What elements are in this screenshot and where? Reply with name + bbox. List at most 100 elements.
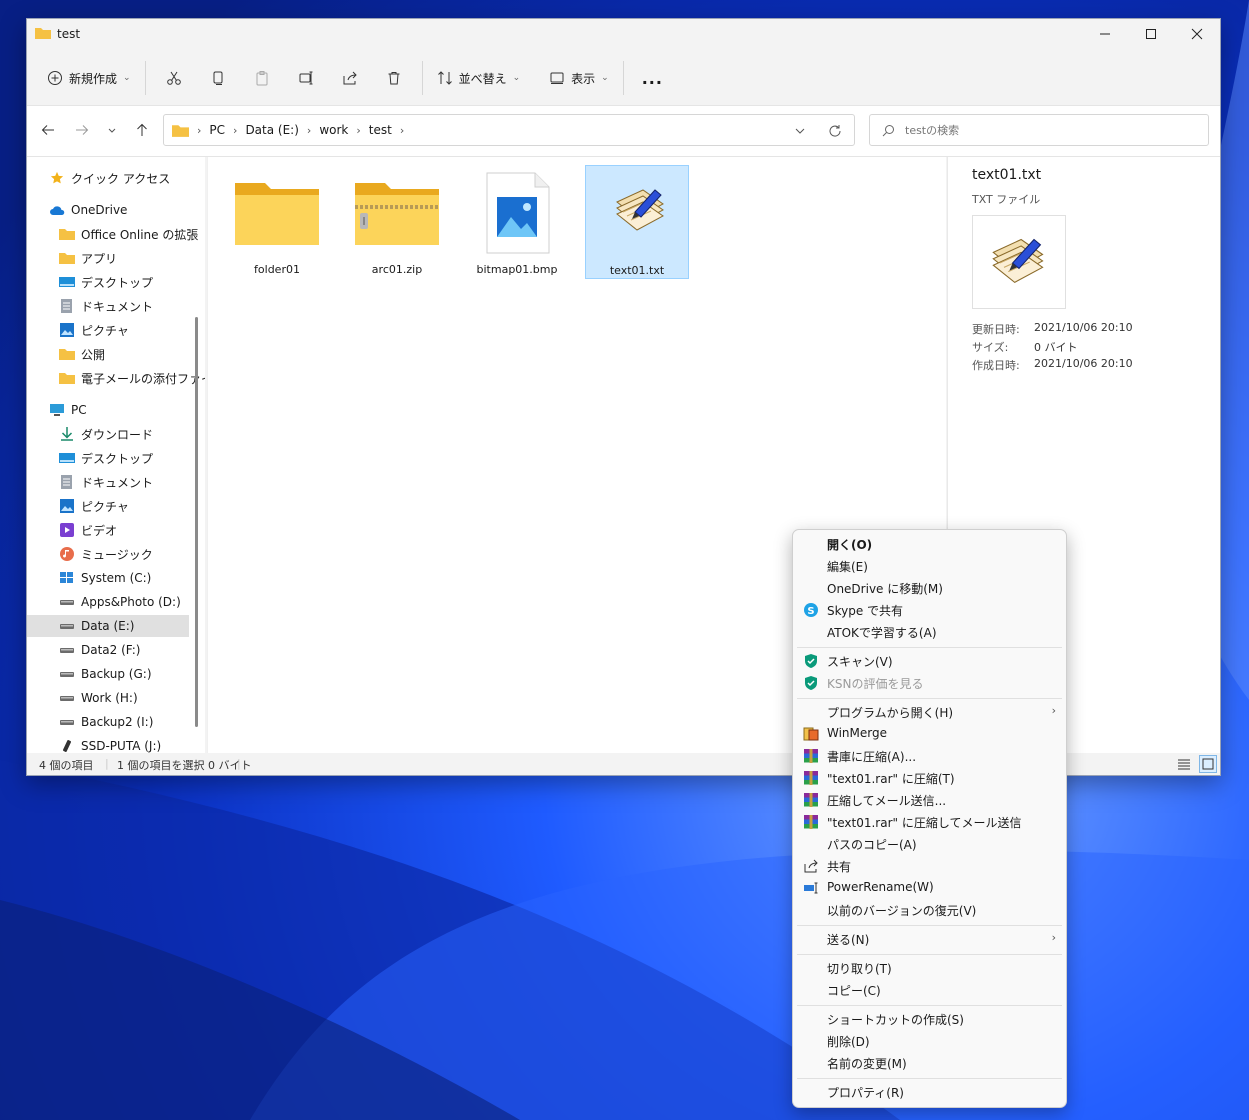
drive-icon — [60, 696, 74, 701]
menu-label: 開く(O) — [827, 538, 873, 552]
breadcrumb-work[interactable]: work — [319, 123, 348, 137]
delete-button[interactable] — [372, 60, 416, 96]
menu-open[interactable]: 開く(O) — [793, 533, 1066, 555]
menu-rar-compress[interactable]: "text01.rar" に圧縮(T) — [793, 767, 1066, 789]
menu-copy-path[interactable]: パスのコピー(A) — [793, 833, 1066, 855]
nav-drive-h[interactable]: Work (H:) — [59, 687, 205, 709]
forward-button[interactable] — [71, 119, 93, 141]
paste-button[interactable] — [240, 60, 284, 96]
menu-restore-versions[interactable]: 以前のバージョンの復元(V) — [793, 899, 1066, 921]
nav-drive-e[interactable]: Data (E:) — [27, 615, 189, 637]
file-item-arc01-zip[interactable]: arc01.zip — [345, 165, 449, 279]
menu-ksn[interactable]: KSNの評価を見る — [793, 672, 1066, 694]
nav-pictures[interactable]: ピクチャ — [59, 495, 205, 517]
search-input[interactable] — [903, 122, 1197, 138]
nav-drive-c[interactable]: System (C:) — [59, 567, 205, 589]
winmerge-icon — [803, 727, 819, 741]
rename-icon — [299, 71, 313, 85]
menu-delete[interactable]: 削除(D) — [793, 1030, 1066, 1052]
menu-label: 共有 — [827, 860, 852, 874]
nav-desktop[interactable]: デスクトップ — [59, 447, 205, 469]
file-item-folder01[interactable]: folder01 — [225, 165, 329, 279]
cut-button[interactable] — [152, 60, 196, 96]
search-box[interactable] — [869, 114, 1209, 146]
minimize-button[interactable] — [1082, 19, 1128, 49]
menu-atok[interactable]: ATOKで学習する(A) — [793, 621, 1066, 643]
nav-onedrive[interactable]: OneDrive — [49, 199, 205, 221]
menu-share[interactable]: 共有 — [793, 855, 1066, 877]
file-item-bitmap01-bmp[interactable]: bitmap01.bmp — [465, 165, 569, 279]
back-button[interactable] — [37, 119, 59, 141]
nav-label: SSD-PUTA (J:) — [81, 739, 162, 753]
nav-drive-i[interactable]: Backup2 (I:) — [59, 711, 205, 733]
file-name: arc01.zip — [371, 263, 423, 276]
menu-scan[interactable]: スキャン(V) — [793, 650, 1066, 672]
nav-drive-d[interactable]: Apps&Photo (D:) — [59, 591, 205, 613]
nav-pictures-onedrive[interactable]: ピクチャ — [59, 319, 205, 341]
new-button[interactable]: 新規作成 ⌄ — [39, 60, 139, 96]
more-options-button[interactable]: ... — [630, 60, 675, 96]
menu-label: Skype で共有 — [827, 604, 904, 618]
details-view-icon[interactable] — [1177, 757, 1191, 771]
chevron-right-icon: › — [1051, 704, 1056, 717]
menu-send-to[interactable]: 送る(N) › — [793, 928, 1066, 950]
nav-music[interactable]: ミュージック — [59, 543, 205, 565]
breadcrumb-pc[interactable]: PC — [209, 123, 225, 137]
chevron-down-icon[interactable] — [794, 125, 806, 137]
file-item-text01-txt[interactable]: text01.txt — [585, 165, 689, 279]
nav-documents-onedrive[interactable]: ドキュメント — [59, 295, 205, 317]
nav-email-attachments[interactable]: 電子メールの添付ファイ — [59, 367, 205, 389]
chevron-right-icon: › — [399, 123, 405, 137]
nav-desktop-onedrive[interactable]: デスクトップ — [59, 271, 205, 293]
menu-rar-compress-email[interactable]: "text01.rar" に圧縮してメール送信 — [793, 811, 1066, 833]
share-button[interactable] — [328, 60, 372, 96]
nav-public[interactable]: 公開 — [59, 343, 205, 365]
maximize-button[interactable] — [1128, 19, 1174, 49]
notepad-icon — [992, 238, 1044, 283]
pictures-icon — [60, 323, 74, 337]
menu-powerrename[interactable]: PowerRename(W) — [793, 877, 1066, 899]
sort-button[interactable]: 並べ替え ⌄ — [429, 60, 529, 96]
copy-button[interactable] — [196, 60, 240, 96]
nav-drive-g[interactable]: Backup (G:) — [59, 663, 205, 685]
nav-office-online[interactable]: Office Online の拡張 — [59, 223, 205, 245]
nav-scrollbar[interactable] — [195, 317, 198, 727]
toolbar-divider — [622, 61, 624, 95]
menu-cut[interactable]: 切り取り(T) — [793, 957, 1066, 979]
up-button[interactable] — [131, 119, 153, 141]
menu-open-with[interactable]: プログラムから開く(H) › — [793, 701, 1066, 723]
title-bar[interactable]: test — [27, 19, 1220, 49]
breadcrumb-test[interactable]: test — [369, 123, 392, 137]
menu-rar-archive[interactable]: 書庫に圧縮(A)... — [793, 745, 1066, 767]
menu-properties[interactable]: プロパティ(R) — [793, 1081, 1066, 1103]
nav-apps[interactable]: アプリ — [59, 247, 205, 269]
menu-rar-email[interactable]: 圧縮してメール送信... — [793, 789, 1066, 811]
nav-downloads[interactable]: ダウンロード — [59, 423, 205, 445]
menu-copy[interactable]: コピー(C) — [793, 979, 1066, 1001]
rename-button[interactable] — [284, 60, 328, 96]
large-icons-view-icon[interactable] — [1199, 755, 1217, 773]
menu-create-shortcut[interactable]: ショートカットの作成(S) — [793, 1008, 1066, 1030]
menu-separator — [797, 954, 1062, 955]
recent-locations-button[interactable] — [101, 119, 123, 141]
menu-edit[interactable]: 編集(E) — [793, 555, 1066, 577]
menu-label: コピー(C) — [827, 984, 881, 998]
menu-move-onedrive[interactable]: OneDrive に移動(M) — [793, 577, 1066, 599]
menu-winmerge[interactable]: WinMerge — [793, 723, 1066, 745]
nav-videos[interactable]: ビデオ — [59, 519, 205, 541]
view-button[interactable]: 表示 ⌄ — [541, 60, 617, 96]
address-bar[interactable]: › PC › Data (E:) › work › test › — [163, 114, 855, 146]
nav-drive-f[interactable]: Data2 (F:) — [59, 639, 205, 661]
menu-rename[interactable]: 名前の変更(M) — [793, 1052, 1066, 1074]
refresh-icon[interactable] — [828, 124, 842, 138]
image-file-icon — [486, 172, 550, 254]
nav-documents[interactable]: ドキュメント — [59, 471, 205, 493]
details-size: サイズ: 0 バイト — [972, 341, 1078, 354]
nav-label: デスクトップ — [81, 275, 154, 290]
breadcrumb-data-e[interactable]: Data (E:) — [245, 123, 298, 137]
menu-skype-share[interactable]: S Skype で共有 — [793, 599, 1066, 621]
close-button[interactable] — [1174, 19, 1220, 49]
nav-pc[interactable]: PC — [49, 399, 205, 421]
document-icon — [61, 299, 72, 313]
nav-quick-access[interactable]: クイック アクセス — [49, 167, 205, 189]
